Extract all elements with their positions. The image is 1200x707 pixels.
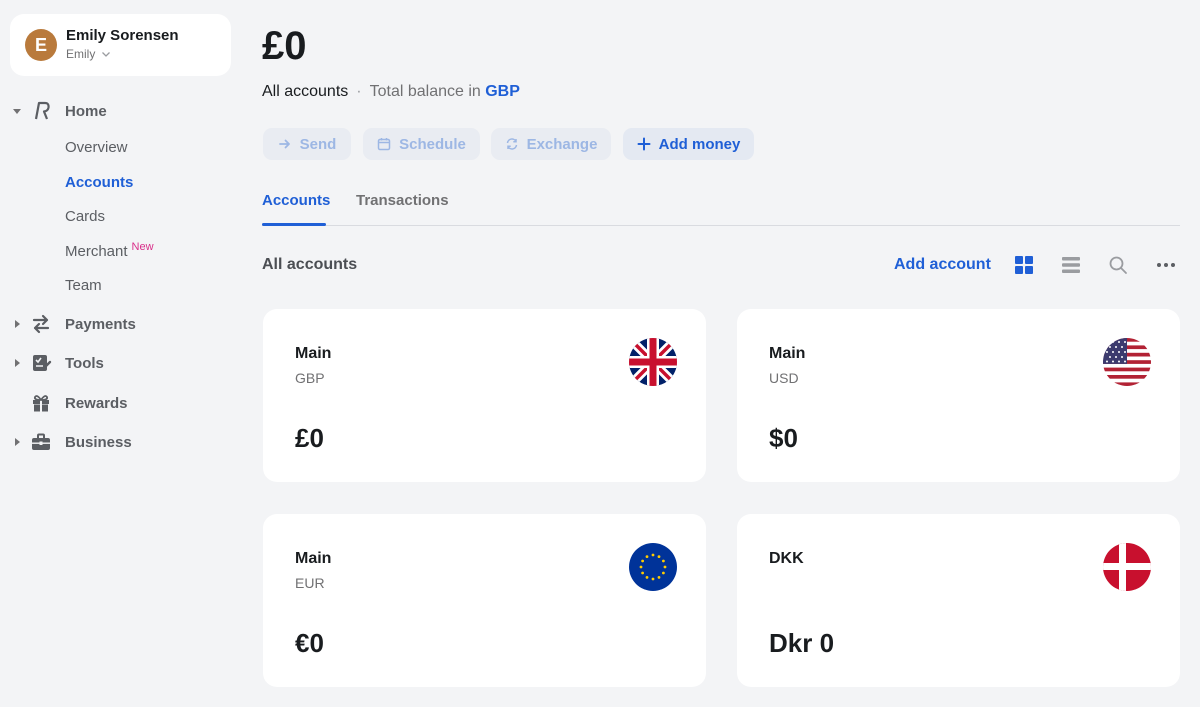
- sidebar-item-label: Payments: [65, 315, 136, 333]
- account-currency: USD: [769, 370, 799, 386]
- chevron-down-icon: [102, 52, 111, 57]
- section-title: All accounts: [262, 256, 358, 273]
- add-account-link[interactable]: Add account: [894, 256, 991, 274]
- balance-note: Total balance in: [369, 83, 481, 100]
- sidebar-item-label: Merchant: [65, 243, 128, 260]
- currency-selector[interactable]: GBP: [485, 83, 520, 100]
- account-name: Main: [769, 345, 806, 362]
- account-name: DKK: [769, 550, 804, 567]
- sidebar-item-label: Tools: [65, 354, 104, 372]
- sidebar-item-rewards[interactable]: Rewards: [0, 388, 240, 418]
- transfer-arrows-icon: [30, 313, 52, 335]
- gift-icon: [30, 392, 52, 414]
- revolut-logo-icon: [30, 100, 52, 122]
- account-balance: $0: [769, 423, 798, 453]
- active-tab-indicator: [262, 223, 326, 226]
- account-card-usd[interactable]: Main USD $0: [737, 309, 1180, 482]
- account-balance: Dkr 0: [769, 628, 835, 658]
- grid-view-icon[interactable]: [1014, 255, 1034, 275]
- sidebar-item-tools[interactable]: Tools: [0, 348, 240, 378]
- gb-flag-icon: [629, 338, 677, 386]
- schedule-button[interactable]: Schedule: [363, 128, 480, 160]
- account-card-dkk[interactable]: DKK Dkr 0: [737, 514, 1180, 687]
- sidebar-item-team[interactable]: Team: [65, 277, 102, 294]
- avatar: E: [25, 29, 57, 61]
- sidebar-item-business[interactable]: Business: [0, 427, 240, 457]
- new-badge: New: [131, 241, 154, 253]
- us-flag-icon: [1103, 338, 1151, 386]
- account-balance: €0: [295, 628, 324, 658]
- sidebar-item-home[interactable]: Home: [0, 96, 240, 126]
- balance-scope: All accounts: [262, 83, 349, 100]
- caret-down-icon: [13, 109, 21, 114]
- user-handle: Emily: [66, 47, 96, 61]
- user-profile-card[interactable]: E Emily Sorensen Emily: [10, 14, 231, 76]
- account-balance: £0: [295, 423, 324, 453]
- separator: ·: [356, 83, 362, 100]
- caret-right-icon: [15, 320, 20, 328]
- sidebar-item-merchant[interactable]: Merchant New: [65, 241, 154, 260]
- add-money-button[interactable]: Add money: [623, 128, 754, 160]
- exchange-icon: [506, 138, 517, 150]
- user-name: Emily Sorensen: [66, 27, 179, 44]
- account-card-gbp[interactable]: Main GBP £0: [263, 309, 706, 482]
- list-view-icon[interactable]: [1061, 255, 1081, 275]
- calendar-icon: [377, 138, 391, 151]
- sidebar-item-label: Home: [65, 102, 107, 120]
- caret-right-icon: [15, 438, 20, 446]
- add-money-label: Add money: [658, 135, 741, 153]
- total-balance: £0: [262, 24, 307, 68]
- eu-flag-icon: [629, 543, 677, 591]
- account-currency: EUR: [295, 575, 325, 591]
- account-name: Main: [295, 550, 332, 567]
- sidebar-item-overview[interactable]: Overview: [65, 139, 128, 156]
- tab-transactions[interactable]: Transactions: [356, 192, 449, 209]
- sidebar-item-accounts[interactable]: Accounts: [65, 174, 133, 191]
- arrow-right-icon: [278, 139, 290, 149]
- account-currency: GBP: [295, 370, 325, 386]
- sidebar-item-label: Business: [65, 433, 132, 451]
- account-card-eur[interactable]: Main EUR €0: [263, 514, 706, 687]
- tab-accounts[interactable]: Accounts: [262, 192, 330, 209]
- more-options-icon[interactable]: [1156, 255, 1176, 275]
- plus-icon: [637, 137, 651, 151]
- briefcase-icon: [30, 431, 52, 453]
- dk-flag-icon: [1103, 543, 1151, 591]
- send-button[interactable]: Send: [263, 128, 351, 160]
- search-icon[interactable]: [1108, 255, 1128, 275]
- tools-icon: [30, 352, 52, 374]
- account-name: Main: [295, 345, 332, 362]
- sidebar-item-cards[interactable]: Cards: [65, 208, 105, 225]
- balance-subtitle: All accounts · Total balance in GBP: [262, 83, 520, 101]
- exchange-button[interactable]: Exchange: [491, 128, 611, 160]
- sidebar: E Emily Sorensen Emily Home Overview Acc…: [0, 0, 240, 707]
- sidebar-item-payments[interactable]: Payments: [0, 309, 240, 339]
- exchange-label: Exchange: [526, 135, 598, 153]
- schedule-label: Schedule: [399, 135, 466, 153]
- send-label: Send: [299, 135, 337, 153]
- sidebar-item-label: Rewards: [65, 394, 128, 412]
- caret-right-icon: [15, 359, 20, 367]
- tab-bar: Accounts Transactions: [262, 188, 1180, 226]
